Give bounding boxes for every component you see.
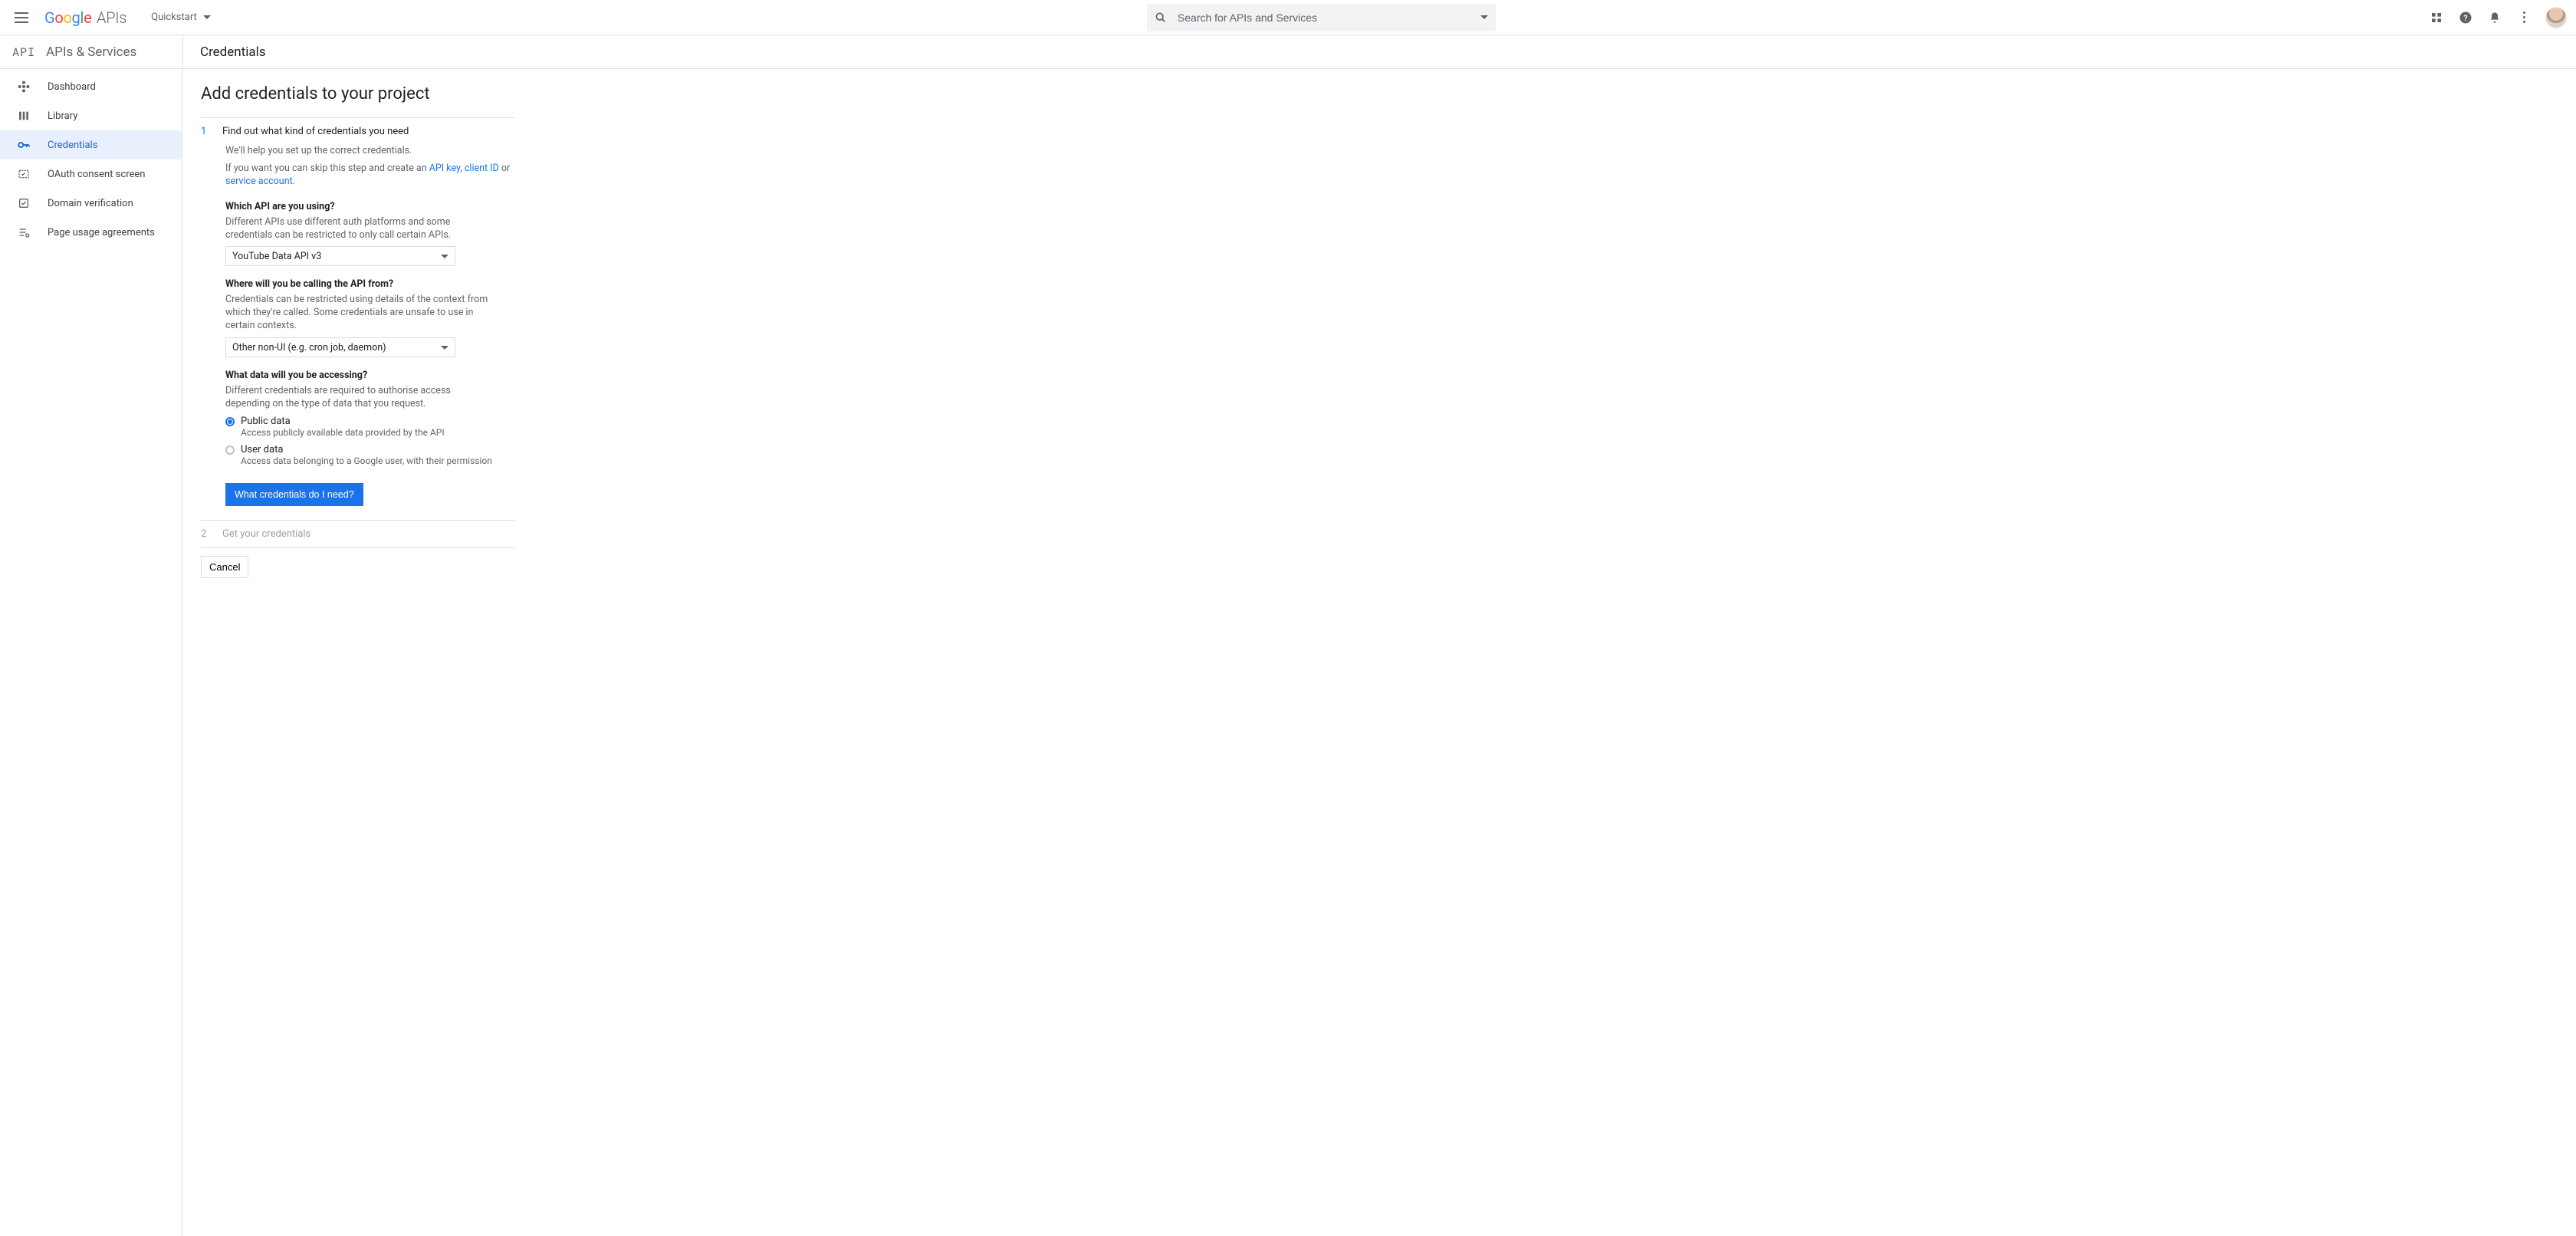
what-credentials-button[interactable]: What credentials do I need? (225, 483, 363, 506)
api-select-value: YouTube Data API v3 (232, 251, 321, 262)
q1-title: Which API are you using? (225, 201, 515, 212)
caret-down-icon (441, 346, 449, 350)
content-title: Add credentials to your project (201, 84, 2558, 104)
step-title: Get your credentials (222, 528, 310, 540)
sidebar-item-label: Credentials (48, 140, 97, 151)
search-scope-caret-icon[interactable] (1480, 15, 1488, 19)
api-glyph-icon: API (12, 44, 35, 60)
step-1-header: 1 Find out what kind of credentials you … (201, 117, 515, 145)
notifications-icon[interactable] (2487, 10, 2502, 25)
google-apis-logo[interactable]: Google APIs (44, 8, 127, 27)
verification-icon (17, 196, 31, 210)
sidebar-item-label: Library (48, 110, 77, 122)
sidebar-item-label: Domain verification (48, 198, 133, 209)
radio-user-data-label: User data (241, 444, 283, 455)
project-selector[interactable]: Quickstart (148, 7, 214, 28)
sidebar-item-credentials[interactable]: Credentials (0, 130, 182, 159)
api-select[interactable]: YouTube Data API v3 (225, 246, 455, 266)
caret-down-icon (203, 15, 211, 19)
q3-title: What data will you be accessing? (225, 370, 515, 381)
calling-from-select[interactable]: Other non-UI (e.g. cron job, daemon) (225, 337, 455, 357)
radio-public-data[interactable] (225, 417, 235, 426)
sidebar-item-label: Page usage agreements (48, 227, 155, 238)
service-account-link[interactable]: service account (225, 176, 293, 187)
q1-desc: Different APIs use different auth platfo… (225, 216, 490, 242)
help-icon[interactable]: ? (2458, 10, 2473, 25)
step-number: 1 (201, 126, 209, 137)
api-key-link[interactable]: API key (429, 163, 461, 174)
client-id-link[interactable]: client ID (465, 163, 499, 174)
sidebar-item-label: OAuth consent screen (48, 169, 145, 180)
caret-down-icon (441, 255, 449, 258)
svg-text:?: ? (2463, 12, 2467, 22)
radio-public-data-sub: Access publicly available data provided … (241, 427, 515, 438)
logo-suffix: APIs (97, 8, 127, 27)
dashboard-icon (17, 80, 31, 94)
search-input[interactable] (1178, 12, 1473, 24)
q2-desc: Credentials can be restricted using deta… (225, 294, 490, 333)
agreements-icon (17, 225, 31, 239)
help-line-1: We'll help you set up the correct creden… (225, 145, 515, 158)
section-title: APIs & Services (46, 44, 136, 60)
step-2-header: 2 Get your credentials (201, 520, 515, 547)
library-icon (17, 109, 31, 123)
search-box[interactable] (1147, 4, 1496, 31)
help-line-2: If you want you can skip this step and c… (225, 163, 515, 189)
calling-from-value: Other non-UI (e.g. cron job, daemon) (232, 342, 386, 353)
search-icon (1155, 12, 1167, 24)
hamburger-menu-button[interactable] (12, 8, 31, 27)
page-title: Credentials (200, 44, 266, 60)
radio-user-data-sub: Access data belonging to a Google user, … (241, 455, 515, 466)
radio-public-data-label: Public data (241, 416, 291, 427)
sidebar-item-page-usage-agreements[interactable]: Page usage agreements (0, 218, 182, 247)
cancel-button[interactable]: Cancel (201, 556, 248, 578)
sidebar-item-library[interactable]: Library (0, 101, 182, 130)
gift-icon[interactable] (2429, 10, 2444, 25)
project-name: Quickstart (151, 12, 197, 23)
sidebar-item-oauth-consent[interactable]: OAuth consent screen (0, 159, 182, 189)
sidebar-item-dashboard[interactable]: Dashboard (0, 72, 182, 101)
step-title: Find out what kind of credentials you ne… (222, 126, 409, 137)
sidebar-item-domain-verification[interactable]: Domain verification (0, 189, 182, 218)
sidebar: Dashboard Library Credentials OAuth cons… (0, 69, 182, 1236)
radio-user-data[interactable] (225, 445, 235, 455)
sidebar-item-label: Dashboard (48, 81, 96, 93)
step-number: 2 (201, 528, 209, 540)
account-avatar[interactable] (2545, 7, 2567, 28)
q3-desc: Different credentials are required to au… (225, 385, 490, 411)
q2-title: Where will you be calling the API from? (225, 278, 515, 290)
consent-screen-icon (17, 167, 31, 181)
overflow-menu-icon[interactable] (2516, 10, 2532, 25)
key-icon (17, 138, 31, 152)
